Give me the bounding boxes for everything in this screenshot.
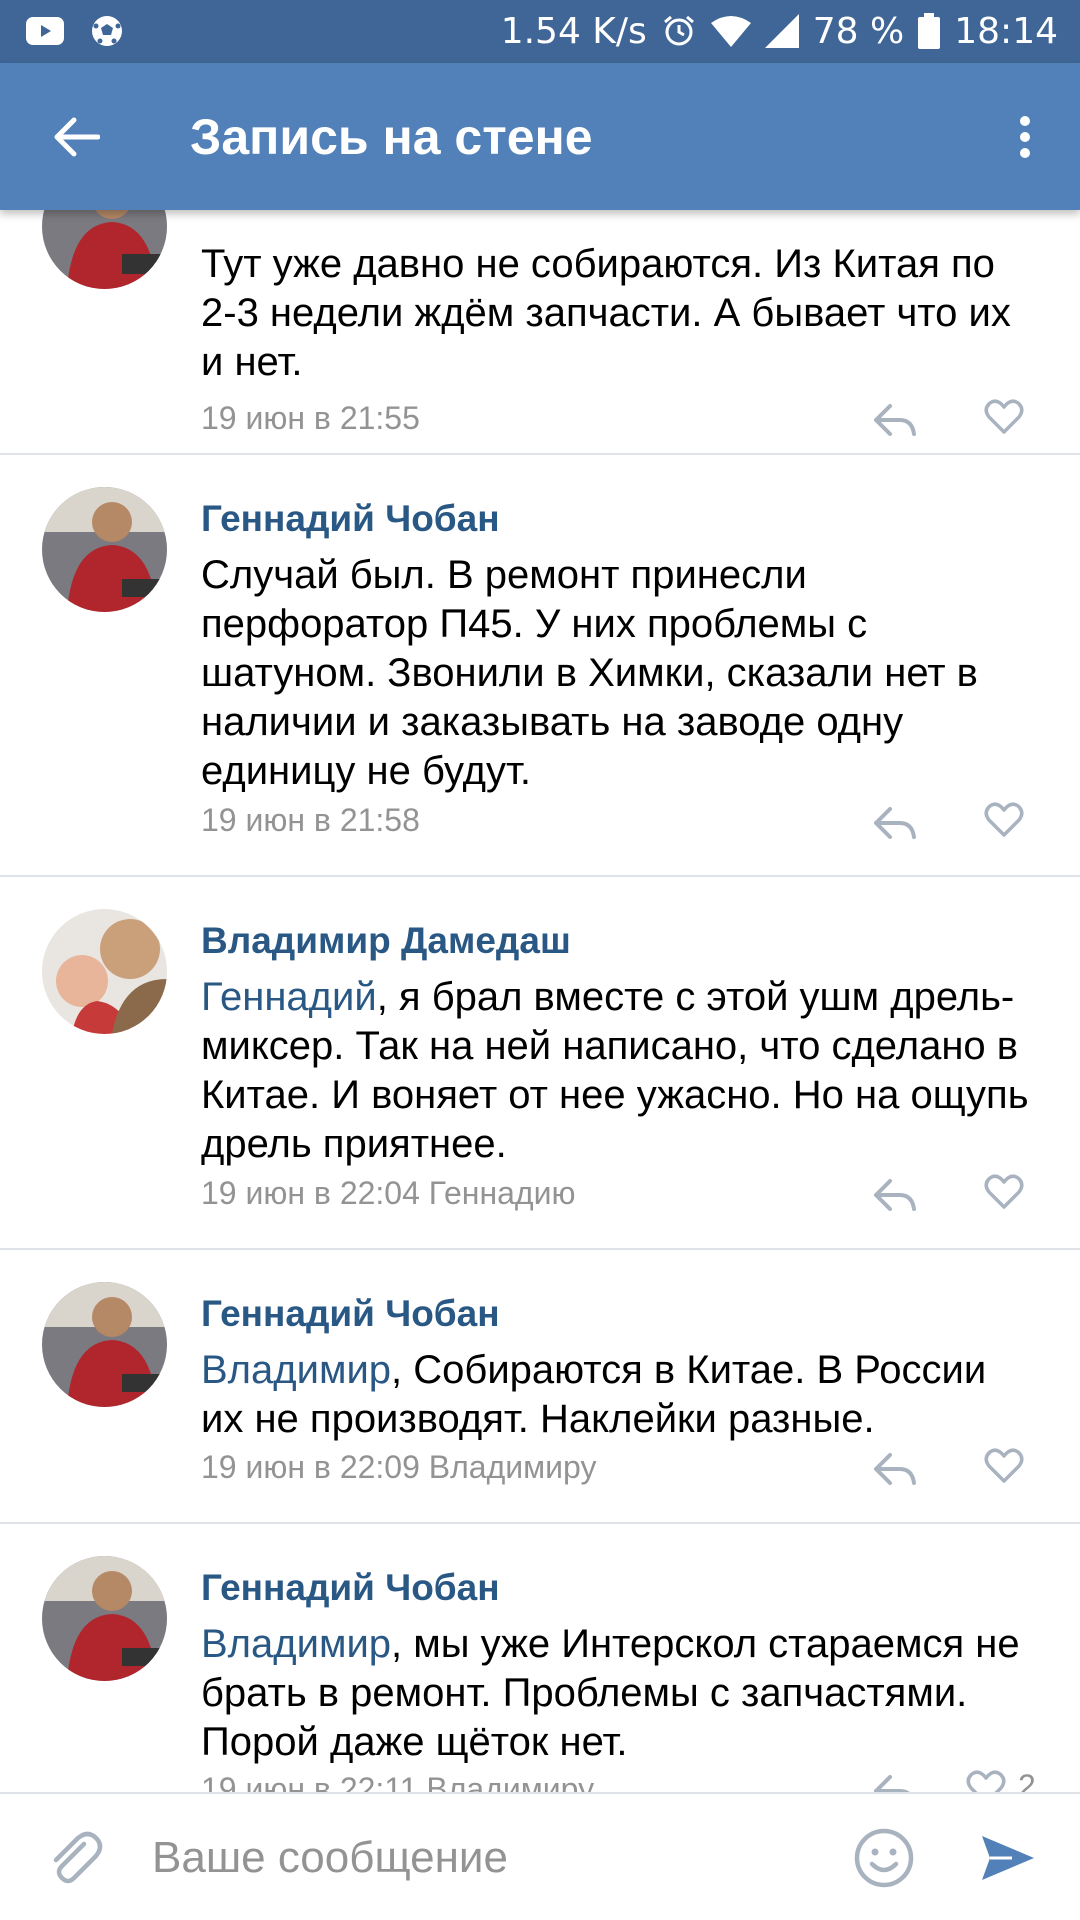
like-button[interactable] [984,1445,1032,1487]
avatar[interactable] [42,909,167,1034]
avatar[interactable] [42,1556,167,1681]
heart-icon [984,802,1024,837]
send-icon [982,1836,1034,1880]
reply-icon [874,1179,916,1211]
comment-item: Геннадий Чобан Случай был. В ремонт прин… [0,455,1080,877]
emoji-button[interactable] [852,1826,916,1890]
mention-link[interactable]: Геннадий [201,975,377,1019]
battery-level: 78 % [812,10,905,52]
reply-button[interactable] [872,803,918,843]
overflow-menu-button[interactable] [992,99,1058,175]
comment-text: Владимир, мы уже Интерскол стараемся не … [201,1622,1020,1764]
avatar[interactable] [42,487,167,612]
message-input[interactable] [150,1822,834,1894]
heart-icon [966,1770,1006,1792]
comment-item: Геннадий Чобан Владимир, Собираются в Ки… [0,1250,1080,1524]
comment-meta: 19 июн в 21:58 [201,802,420,838]
like-button[interactable] [984,1171,1032,1213]
comment-meta: 19 июн в 21:55 [201,400,420,436]
comment-author[interactable]: Геннадий Чобан [201,1292,500,1336]
reply-button[interactable] [872,400,918,440]
attach-button[interactable] [44,1828,104,1888]
avatar[interactable] [42,210,167,289]
youtube-icon [26,17,64,45]
reply-icon [874,1453,916,1485]
reply-icon [874,807,916,839]
like-button[interactable] [966,1767,1014,1792]
page-title: Запись на стене [190,109,593,165]
like-button[interactable] [984,799,1032,841]
wifi-icon [710,16,751,47]
comment-meta: 19 июн в 22:04 Геннадию [201,1175,576,1211]
heart-icon [984,1174,1024,1209]
reply-button[interactable] [872,1175,918,1215]
comment-list[interactable]: Тут уже давно не собираются. Из Китая по… [0,210,1080,1792]
heart-icon [984,1448,1024,1483]
back-button[interactable] [38,99,114,175]
network-speed: 1.54 K/s [500,10,647,52]
like-count: 2 [1018,1768,1036,1792]
paperclip-icon [53,1831,103,1884]
signal-icon [764,14,799,48]
reply-icon [874,1775,910,1792]
smiley-icon [854,1828,914,1888]
clock: 18:14 [954,10,1058,52]
comment-text: Геннадий, я брал вместе с этой ушм дрель… [201,975,1029,1166]
more-vertical-icon [1020,116,1030,158]
app-bar: Запись на стене [0,63,1080,210]
comment-meta: 19 июн в 22:09 Владимиру [201,1449,597,1485]
comment-item: Тут уже давно не собираются. Из Китая по… [0,210,1080,455]
avatar[interactable] [42,1282,167,1407]
reply-button[interactable] [872,1449,918,1489]
comment-author[interactable]: Геннадий Чобан [201,497,500,541]
battery-icon [918,13,941,49]
comment-author[interactable]: Владимир Дамедаш [201,919,571,963]
comment-item: Владимир Дамедаш Геннадий, я брал вместе… [0,877,1080,1250]
status-bar: 1.54 K/s 78 % 18:14 [0,0,1080,63]
comment-text: Случай был. В ремонт принесли перфоратор… [201,553,978,793]
comment-text: Владимир, Собираются в Китае. В России и… [201,1348,987,1441]
comment-item: Геннадий Чобан Владимир, мы уже Интерско… [0,1524,1080,1792]
heart-icon [984,399,1024,434]
arrow-left-icon [54,117,100,157]
reply-icon [874,404,916,436]
reply-button[interactable] [872,1771,918,1792]
comment-text: Тут уже давно не собираются. Из Китая по… [201,242,1011,384]
send-button[interactable] [978,1828,1038,1888]
message-composer [0,1792,1080,1920]
mention-link[interactable]: Владимир [201,1622,391,1666]
comment-author[interactable]: Геннадий Чобан [201,1566,500,1610]
soccer-ball-icon [92,16,122,46]
like-button[interactable] [984,396,1032,438]
alarm-icon [663,15,694,46]
comment-meta: 19 июн в 22:11 Владимиру [201,1771,595,1792]
mention-link[interactable]: Владимир [201,1348,391,1392]
